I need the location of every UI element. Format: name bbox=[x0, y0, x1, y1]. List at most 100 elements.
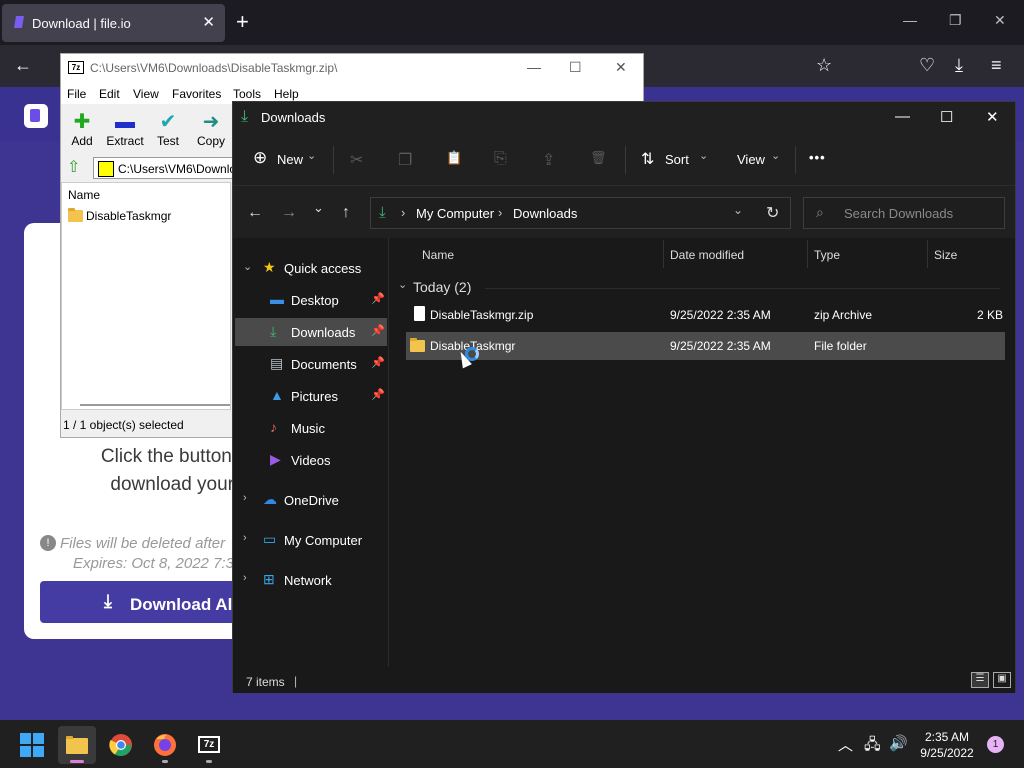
downloads-icon[interactable]: ⤓ bbox=[955, 55, 963, 76]
clock-time: 2:35 AM bbox=[924, 730, 970, 744]
nav-videos[interactable]: ▶ Videos bbox=[235, 446, 387, 474]
nav-documents-label: Documents bbox=[291, 357, 357, 372]
nav-documents[interactable]: ▤ Documents 📌 bbox=[235, 350, 387, 378]
explorer-maximize-button[interactable]: ☐ bbox=[940, 108, 953, 126]
up-folder-icon[interactable]: ⇧ bbox=[67, 157, 80, 177]
sevenzip-minimize-button[interactable]: — bbox=[527, 59, 541, 75]
folder-icon bbox=[410, 338, 425, 352]
rename-icon[interactable]: ⎘ bbox=[494, 150, 507, 168]
sevenzip-close-button[interactable]: ✕ bbox=[615, 59, 627, 76]
copy-button[interactable]: ➜ Copy bbox=[186, 110, 236, 148]
browser-restore-button[interactable]: ❐ bbox=[949, 12, 962, 29]
table-row[interactable]: DisableTaskmgr 9/25/2022 2:35 AM File fo… bbox=[406, 332, 1005, 360]
notification-badge[interactable]: 1 bbox=[987, 736, 1004, 753]
group-collapse-icon[interactable]: ⌄ bbox=[398, 278, 407, 291]
menu-favorites[interactable]: Favorites bbox=[172, 87, 221, 101]
explorer-titlebar: ⤓ Downloads — ☐ ✕ bbox=[233, 102, 1015, 134]
running-indicator bbox=[162, 760, 168, 763]
address-dropdown-icon[interactable]: ⌄ bbox=[733, 203, 743, 217]
browser-minimize-button[interactable]: — bbox=[903, 12, 917, 28]
nav-downloads[interactable]: ⤓ Downloads 📌 bbox=[235, 318, 387, 346]
more-options-icon[interactable]: ••• bbox=[809, 150, 826, 165]
taskbar-7zip[interactable]: 7z bbox=[190, 726, 228, 764]
breadcrumb-downloads[interactable]: Downloads bbox=[513, 206, 577, 221]
network-status-icon[interactable]: 🖧 bbox=[864, 734, 881, 759]
bookmark-star-icon[interactable]: ☆ bbox=[816, 55, 832, 76]
menu-view[interactable]: View bbox=[133, 87, 159, 101]
browser-close-button[interactable]: ✕ bbox=[994, 12, 1006, 29]
sevenzip-maximize-button[interactable]: ☐ bbox=[569, 59, 582, 76]
delete-icon[interactable]: 🗑 bbox=[590, 150, 607, 166]
refresh-icon[interactable]: ↻ bbox=[766, 203, 779, 223]
show-hidden-icons-icon[interactable]: ︿ bbox=[838, 734, 853, 755]
cut-icon[interactable]: ✂ bbox=[350, 150, 363, 170]
expand-icon[interactable]: › bbox=[243, 492, 247, 504]
taskbar-firefox[interactable] bbox=[146, 726, 184, 764]
active-indicator bbox=[70, 760, 84, 763]
file-type: zip Archive bbox=[814, 308, 873, 322]
browser-tab[interactable]: Download | file.io ✕ bbox=[2, 4, 225, 42]
table-row[interactable]: DisableTaskmgr.zip 9/25/2022 2:35 AM zip… bbox=[406, 301, 1005, 329]
forward-icon[interactable]: → bbox=[281, 204, 297, 222]
deletion-note-text: Files will be deleted after bbox=[60, 535, 226, 552]
chevron-down-icon: ⌄ bbox=[771, 150, 781, 162]
sevenzip-item-label: DisableTaskmgr bbox=[86, 209, 172, 223]
menu-file[interactable]: File bbox=[67, 87, 86, 101]
breadcrumb-my-computer[interactable]: My Computer bbox=[416, 206, 494, 221]
sevenzip-list-item[interactable]: DisableTaskmgr bbox=[68, 208, 172, 223]
column-name[interactable]: Name bbox=[422, 248, 454, 262]
start-button[interactable] bbox=[13, 726, 51, 764]
windows-logo-icon bbox=[20, 733, 44, 757]
taskbar-file-explorer[interactable] bbox=[58, 726, 96, 764]
new-button[interactable]: ⊕ New ⌄ bbox=[253, 148, 323, 172]
paste-icon[interactable]: 📋 bbox=[446, 150, 462, 166]
nav-onedrive-label: OneDrive bbox=[284, 493, 339, 508]
tiles-view-icon[interactable]: ▣ bbox=[993, 672, 1011, 688]
new-tab-button[interactable]: + bbox=[236, 9, 249, 35]
up-icon[interactable]: ↑ bbox=[342, 204, 350, 222]
recent-locations-icon[interactable]: ⌄ bbox=[313, 200, 324, 216]
address-bar[interactable]: ⤓ › My Computer › Downloads ⌄ ↻ bbox=[370, 197, 791, 229]
taskbar-chrome[interactable] bbox=[102, 726, 140, 764]
back-icon[interactable]: ← bbox=[14, 55, 32, 76]
column-size[interactable]: Size bbox=[934, 248, 957, 262]
downloads-icon: ⤓ bbox=[379, 204, 386, 221]
expand-icon[interactable]: › bbox=[243, 532, 247, 544]
nav-quick-access[interactable]: ⌄ ★ Quick access bbox=[235, 254, 387, 282]
nav-onedrive[interactable]: › ☁ OneDrive bbox=[235, 486, 387, 514]
sevenzip-horizontal-scrollbar[interactable] bbox=[80, 404, 230, 406]
expand-icon[interactable]: › bbox=[243, 572, 247, 584]
nav-network[interactable]: › ⊞ Network bbox=[235, 566, 387, 594]
menu-help[interactable]: Help bbox=[274, 87, 299, 101]
fileio-logo-icon[interactable] bbox=[24, 104, 48, 128]
nav-music[interactable]: ♪ Music bbox=[235, 414, 387, 442]
search-input[interactable]: ⌕ Search Downloads bbox=[803, 197, 1005, 229]
sort-button[interactable]: ⇅ Sort ⌄ bbox=[641, 148, 708, 172]
nav-desktop[interactable]: ▬ Desktop 📌 bbox=[235, 286, 387, 314]
volume-icon[interactable]: 🔊 bbox=[889, 734, 908, 752]
menu-edit[interactable]: Edit bbox=[99, 87, 120, 101]
status-separator: | bbox=[294, 674, 298, 688]
view-button[interactable]: View ⌄ bbox=[737, 148, 783, 172]
explorer-close-button[interactable]: ✕ bbox=[986, 108, 999, 126]
nav-my-computer[interactable]: › ▭ My Computer bbox=[235, 526, 387, 554]
share-icon[interactable]: ⇪ bbox=[542, 150, 555, 170]
group-header[interactable]: Today (2) bbox=[413, 279, 471, 295]
explorer-minimize-button[interactable]: — bbox=[895, 108, 910, 125]
column-date-modified[interactable]: Date modified bbox=[670, 248, 744, 262]
app-menu-icon[interactable]: ≡ bbox=[991, 55, 1002, 76]
collapse-icon[interactable]: ⌄ bbox=[243, 260, 252, 273]
file-date: 9/25/2022 2:35 AM bbox=[670, 308, 771, 322]
copy-icon[interactable]: ❐ bbox=[398, 150, 412, 170]
explorer-command-bar: ⊕ New ⌄ ✂ ❐ 📋 ⎘ ⇪ 🗑 ⇅ Sort ⌄ View ⌄ ••• bbox=[233, 134, 1015, 186]
system-clock[interactable]: 2:35 AM 9/25/2022 bbox=[912, 729, 982, 761]
nav-pictures[interactable]: ▲ Pictures 📌 bbox=[235, 382, 387, 410]
menu-tools[interactable]: Tools bbox=[233, 87, 261, 101]
tab-close-icon[interactable]: ✕ bbox=[202, 13, 215, 31]
extract-label: Extract bbox=[106, 134, 144, 148]
back-icon[interactable]: ← bbox=[247, 204, 263, 222]
details-view-icon[interactable]: ☰ bbox=[971, 672, 989, 688]
pocket-icon[interactable]: ♡ bbox=[919, 55, 935, 76]
sevenzip-column-name[interactable]: Name bbox=[68, 188, 100, 202]
column-type[interactable]: Type bbox=[814, 248, 840, 262]
